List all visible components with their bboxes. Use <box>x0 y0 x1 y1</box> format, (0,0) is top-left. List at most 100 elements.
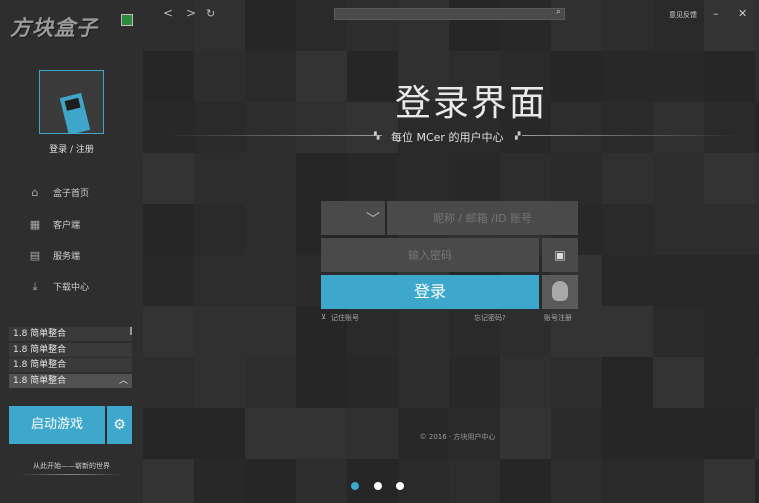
remember-account-label[interactable]: 记住账号 <box>331 313 359 323</box>
version-item-selected[interactable]: 1.8 简单整合 ︿ <box>9 373 132 388</box>
background-tile <box>245 459 296 503</box>
background-tile <box>602 357 653 408</box>
background-tile <box>653 459 704 503</box>
sidebar-item-label: 盒子首页 <box>53 189 90 199</box>
bracket-left-icon: ▚ <box>374 132 380 140</box>
version-list: 1.8 简单整合 1.8 简单整合 1.8 简单整合 1.8 简单整合 ︿ <box>9 327 132 389</box>
version-label: 1.8 简单整合 <box>13 360 67 370</box>
login-button[interactable]: 登录 <box>321 275 539 309</box>
start-game-button[interactable]: 启动游戏 <box>9 406 105 444</box>
background-tile <box>755 306 759 357</box>
background-tile <box>245 204 296 255</box>
background-tile <box>551 153 602 204</box>
home-icon: ⌂ <box>31 186 39 199</box>
qq-login-button[interactable] <box>542 275 578 309</box>
server-icon: ▤ <box>29 249 41 262</box>
background-tile <box>194 153 245 204</box>
remember-checkbox-icon[interactable]: ⊻ <box>321 313 326 321</box>
sidebar-item-download[interactable]: ⤓ 下载中心 <box>0 275 143 299</box>
refresh-button[interactable]: ↻ <box>206 7 215 20</box>
version-item[interactable]: 1.8 简单整合 <box>9 327 132 341</box>
lock-icon: ▣ <box>554 248 566 262</box>
background-tile <box>398 153 449 204</box>
background-tile <box>347 357 398 408</box>
search-icon[interactable]: ⌕ <box>556 7 561 17</box>
forward-button[interactable]: > <box>186 6 196 20</box>
background-tile <box>755 459 759 503</box>
grid-icon: ▦ <box>29 218 41 231</box>
sidebar-item-home[interactable]: ⌂ 盒子首页 <box>0 181 143 205</box>
sidebar-item-client[interactable]: ▦ 客户端 <box>0 213 143 237</box>
sidebar: 方块盒子 登录 / 注册 ⌂ 盒子首页 ▦ 客户端 ▤ 服务端 ⤓ 下载中心 1… <box>0 0 143 503</box>
creeper-face-icon <box>64 97 81 111</box>
forgot-password-link[interactable]: 忘记密码? <box>474 313 506 323</box>
background-tile <box>194 255 245 306</box>
chevron-down-icon: ﹀ <box>366 212 380 228</box>
carousel-dot[interactable] <box>396 482 404 490</box>
background-tile <box>449 357 500 408</box>
background-tile <box>347 459 398 503</box>
sidebar-item-label: 下载中心 <box>53 283 90 293</box>
list-scrollbar[interactable] <box>130 327 132 335</box>
carousel-dot[interactable] <box>374 482 382 490</box>
background-tile <box>500 153 551 204</box>
password-input[interactable] <box>321 238 539 272</box>
back-button[interactable]: < <box>163 6 173 20</box>
register-link[interactable]: 账号注册 <box>544 313 572 323</box>
background-tile <box>194 459 245 503</box>
close-button[interactable]: ✕ <box>738 7 747 20</box>
main-panel: < > ↻ ⌕ 意见反馈 – ✕ 登录界面 ▚ 每位 MCer 的用户中心 ▞ … <box>143 0 759 503</box>
settings-button[interactable]: ⚙ <box>107 406 132 444</box>
background-tile <box>500 459 551 503</box>
avatar[interactable] <box>39 70 104 134</box>
sidebar-item-server[interactable]: ▤ 服务端 <box>0 244 143 268</box>
background-tile <box>755 255 759 306</box>
background-tile <box>143 459 194 503</box>
background-tile <box>755 153 759 204</box>
background-tile <box>296 153 347 204</box>
background-tile <box>704 255 755 306</box>
background-tile <box>602 153 653 204</box>
account-type-select[interactable]: ﹀ <box>321 201 385 235</box>
background-tile <box>653 357 704 408</box>
top-bar: < > ↻ ⌕ 意见反馈 – ✕ <box>143 0 759 28</box>
carousel-dot-active[interactable] <box>351 482 359 490</box>
background-tile <box>755 357 759 408</box>
search-input[interactable]: ⌕ <box>334 7 565 20</box>
gear-icon: ⚙ <box>113 417 126 433</box>
background-tile <box>704 459 755 503</box>
background-tile <box>602 306 653 357</box>
background-tile <box>194 204 245 255</box>
creeper-badge-icon <box>121 14 133 26</box>
lock-button[interactable]: ▣ <box>542 238 578 272</box>
background-tile <box>245 153 296 204</box>
background-tile <box>245 357 296 408</box>
version-label: 1.8 简单整合 <box>13 344 67 355</box>
background-tile <box>602 204 653 255</box>
version-item[interactable]: 1.8 简单整合 <box>9 342 132 357</box>
feedback-link[interactable]: 意见反馈 <box>669 10 697 20</box>
background-tile <box>449 459 500 503</box>
background-tile <box>143 306 194 357</box>
chevron-up-icon[interactable]: ︿ <box>119 374 128 388</box>
background-tile <box>602 459 653 503</box>
divider <box>167 135 382 136</box>
divider <box>522 135 742 136</box>
version-item[interactable]: 1.8 简单整合 <box>9 358 132 372</box>
copyright: © 2016 · 方块用户中心 <box>419 433 496 441</box>
background-tile <box>347 153 398 204</box>
login-register-link[interactable]: 登录 / 注册 <box>0 142 143 155</box>
background-tile <box>653 255 704 306</box>
background-tile <box>704 357 755 408</box>
background-tile <box>143 204 194 255</box>
background-tile <box>194 357 245 408</box>
background-tile <box>398 306 449 357</box>
background-tile <box>296 459 347 503</box>
background-tile <box>704 306 755 357</box>
background-tile <box>653 204 704 255</box>
sidebar-item-label: 客户端 <box>53 221 81 231</box>
background-tile <box>449 153 500 204</box>
app-logo: 方块盒子 <box>10 16 98 40</box>
account-input[interactable] <box>387 201 578 235</box>
minimize-button[interactable]: – <box>713 7 719 20</box>
